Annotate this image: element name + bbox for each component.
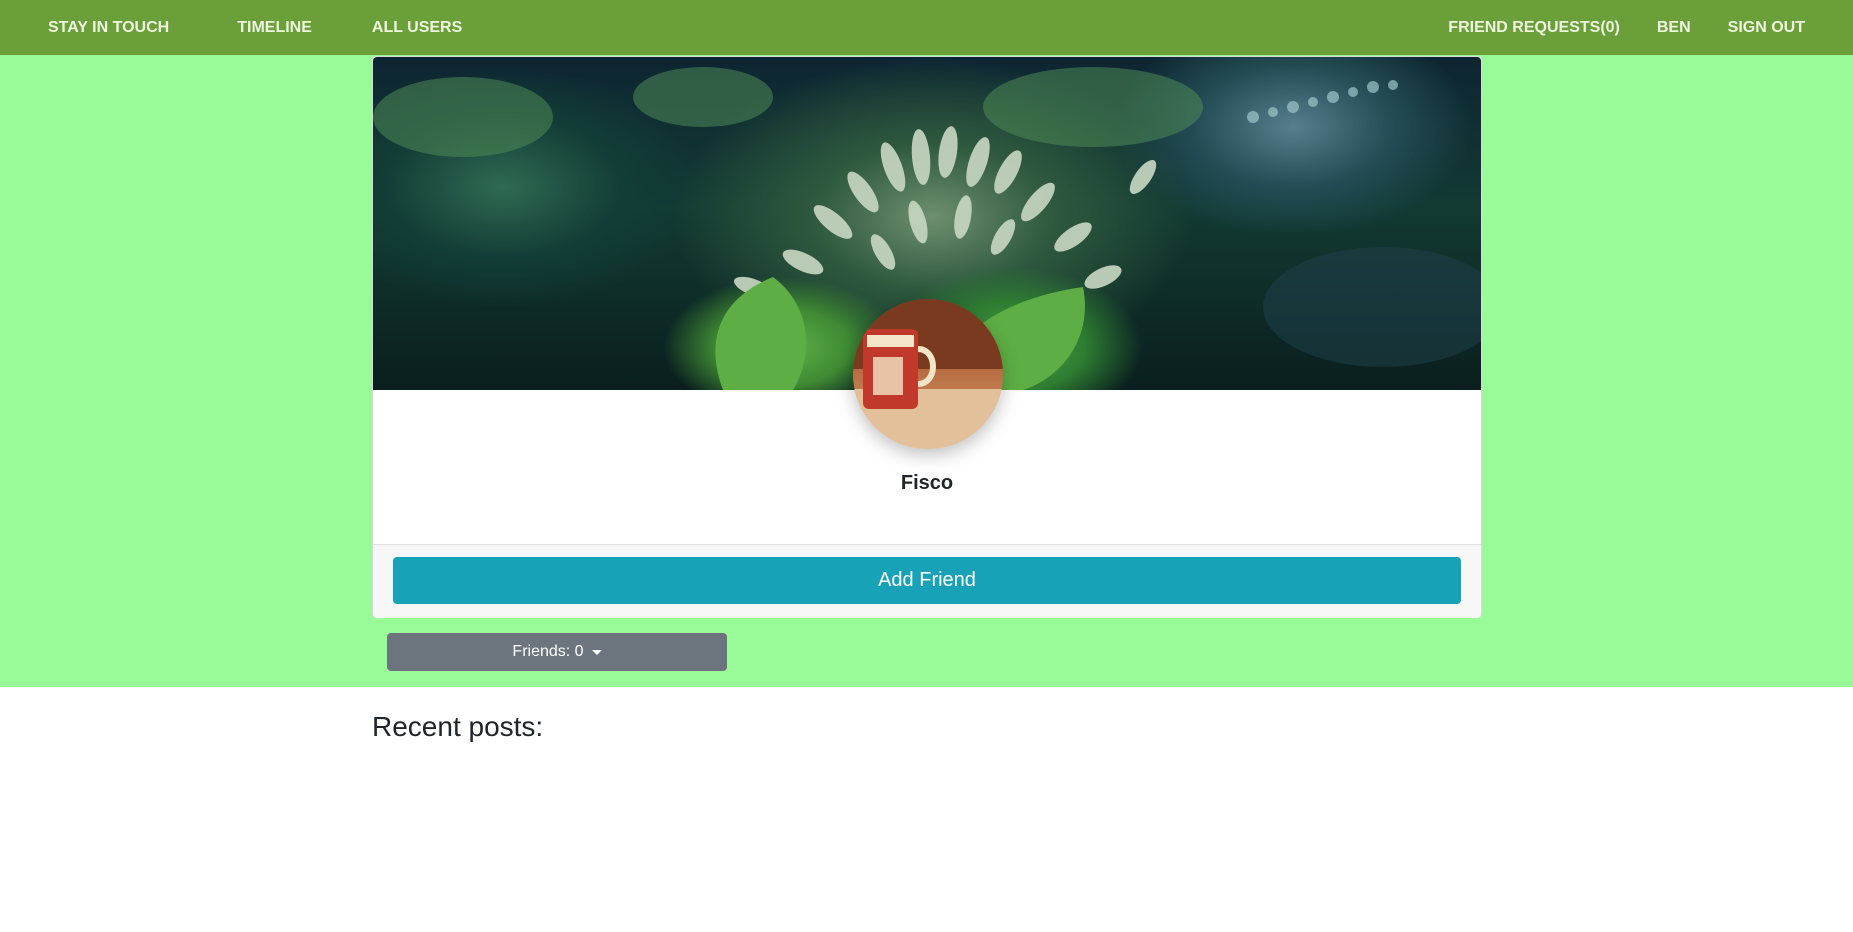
navbar-left-group: STAY IN TOUCH TIMELINE ALL USERS [0, 0, 462, 55]
profile-card-footer: Add Friend [373, 544, 1481, 618]
caret-down-icon [591, 649, 602, 655]
nav-link-friend-requests[interactable]: FRIEND REQUESTS(0) [1448, 19, 1620, 37]
profile-avatar [853, 299, 1003, 449]
nav-link-sign-out[interactable]: SIGN OUT [1728, 19, 1805, 37]
nav-link-all-users[interactable]: ALL USERS [372, 19, 462, 37]
profile-name: Fisco [900, 472, 954, 494]
friends-count-label: Friends: 0 [512, 643, 584, 660]
profile-hero-section: Fisco Add Friend Friends: 0 [0, 55, 1853, 687]
friends-dropdown-button[interactable]: Friends: 0 [387, 633, 727, 671]
avatar-image [853, 299, 1003, 449]
top-navbar: STAY IN TOUCH TIMELINE ALL USERS FRIEND … [0, 0, 1853, 55]
nav-link-stay-in-touch[interactable]: STAY IN TOUCH [48, 19, 169, 37]
nav-link-current-user[interactable]: BEN [1657, 19, 1691, 37]
profile-card: Fisco Add Friend [372, 56, 1482, 618]
nav-link-timeline[interactable]: TIMELINE [237, 19, 312, 37]
recent-posts-heading: Recent posts: [372, 711, 544, 742]
navbar-right-group: FRIEND REQUESTS(0) BEN SIGN OUT [1448, 0, 1853, 55]
add-friend-button[interactable]: Add Friend [393, 557, 1461, 604]
